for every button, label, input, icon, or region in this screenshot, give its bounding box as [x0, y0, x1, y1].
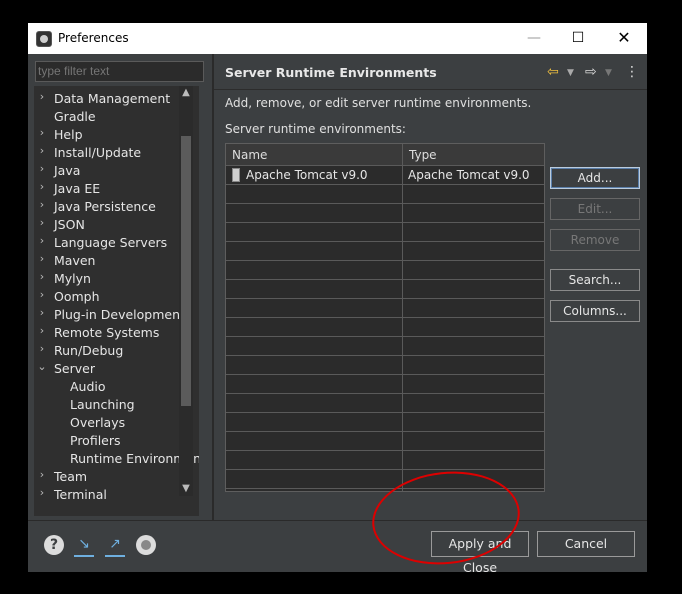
runtime-table[interactable]: Name Type Apache Tomcat v9.0 Apache Tomca… — [225, 143, 545, 492]
tree-item[interactable]: Profilers — [70, 432, 121, 450]
tree-item[interactable]: Launching — [70, 396, 135, 414]
table-row[interactable] — [226, 299, 544, 318]
tree-item[interactable]: Oomph — [54, 288, 100, 306]
table-row[interactable] — [226, 337, 544, 356]
window-title: Preferences — [58, 31, 129, 45]
chevron-right-icon[interactable]: › — [36, 468, 48, 481]
chevron-right-icon[interactable]: › — [36, 234, 48, 247]
dialog-footer: ? ↘ ↗ Apply and Close Cancel — [28, 520, 647, 575]
page-title: Server Runtime Environments — [225, 65, 437, 80]
table-row[interactable] — [226, 356, 544, 375]
minimize-button[interactable]: — — [522, 28, 546, 48]
title-bar: Preferences — ☐ ✕ — [28, 23, 647, 54]
table-row[interactable] — [226, 413, 544, 432]
help-icon[interactable]: ? — [44, 535, 64, 555]
chevron-right-icon[interactable]: › — [36, 180, 48, 193]
scrollbar-thumb[interactable] — [181, 136, 191, 406]
tree-vertical-scrollbar[interactable]: ▲ ▼ — [179, 86, 193, 496]
table-row[interactable] — [226, 375, 544, 394]
table-row[interactable] — [226, 470, 544, 489]
column-header-type[interactable]: Type — [402, 144, 544, 166]
chevron-right-icon[interactable]: › — [36, 486, 48, 499]
table-row[interactable] — [226, 261, 544, 280]
server-icon — [232, 167, 240, 182]
columns-button[interactable]: Columns... — [550, 300, 640, 322]
forward-arrow-icon[interactable]: ⇨ — [585, 64, 597, 80]
tree-item[interactable]: Maven — [54, 252, 95, 270]
table-row[interactable] — [226, 223, 544, 242]
chevron-right-icon[interactable]: › — [36, 288, 48, 301]
preference-tree-panel: › Data ManagementGradle › Help › Install/Upda… — [28, 54, 212, 545]
scroll-down-icon[interactable]: ▼ — [179, 482, 193, 496]
table-row[interactable] — [226, 242, 544, 261]
table-row[interactable] — [226, 451, 544, 470]
table-row[interactable] — [226, 204, 544, 223]
tree-item[interactable]: Plug-in Development — [54, 306, 185, 324]
tree-item[interactable]: Java EE — [54, 180, 100, 198]
page-description: Add, remove, or edit server runtime envi… — [225, 96, 532, 110]
runtime-name: Apache Tomcat v9.0 — [246, 168, 368, 182]
chevron-right-icon[interactable]: › — [36, 90, 48, 103]
tree-item[interactable]: Install/Update — [54, 144, 141, 162]
back-arrow-icon[interactable]: ⇦ — [547, 64, 559, 80]
search-button[interactable]: Search... — [550, 269, 640, 291]
tree-item[interactable]: Data Management — [54, 90, 170, 108]
tree-item[interactable]: Audio — [70, 378, 106, 396]
maximize-button[interactable]: ☐ — [566, 28, 590, 48]
edit-button[interactable]: Edit... — [550, 198, 640, 220]
tree-item[interactable]: Remote Systems — [54, 324, 159, 342]
apply-and-close-button[interactable]: Apply and Close — [431, 531, 529, 575]
chevron-right-icon[interactable]: › — [36, 216, 48, 229]
filter-input[interactable] — [35, 61, 204, 82]
tree-item[interactable]: Java Persistence — [54, 198, 156, 216]
forward-dropdown-icon[interactable]: ▼ — [605, 68, 612, 78]
page-header: Server Runtime Environments ⇦ ▼ ⇨ ▼ ⋮ — [214, 54, 647, 90]
cancel-button[interactable]: Cancel — [537, 531, 635, 557]
export-icon[interactable]: ↗ — [105, 535, 125, 557]
eclipse-app-icon — [36, 31, 52, 47]
preference-page: Server Runtime Environments ⇦ ▼ ⇨ ▼ ⋮ Ad… — [214, 54, 647, 520]
tree-item[interactable]: Run/Debug — [54, 342, 123, 360]
tree-item[interactable]: Language Servers — [54, 234, 167, 252]
scroll-up-icon[interactable]: ▲ — [179, 86, 193, 100]
table-row[interactable] — [226, 185, 544, 204]
tree-item[interactable]: Gradle — [54, 108, 96, 126]
tree-item[interactable]: Team — [54, 468, 87, 486]
chevron-right-icon[interactable]: › — [36, 306, 48, 319]
close-button[interactable]: ✕ — [612, 28, 636, 48]
preferences-window: Preferences — ☐ ✕ › Data ManagementGradle… — [28, 23, 647, 575]
import-icon[interactable]: ↘ — [74, 535, 94, 557]
tree-item[interactable]: Server — [54, 360, 95, 378]
tree-item[interactable]: JSON — [54, 216, 85, 234]
back-dropdown-icon[interactable]: ▼ — [567, 68, 574, 78]
chevron-right-icon[interactable]: › — [36, 270, 48, 283]
runtime-list-label: Server runtime environments: — [225, 122, 406, 136]
table-row[interactable]: Apache Tomcat v9.0 Apache Tomcat v9.0 — [226, 166, 544, 185]
oomph-record-icon[interactable] — [136, 535, 156, 555]
remove-button[interactable]: Remove — [550, 229, 640, 251]
chevron-right-icon[interactable]: › — [36, 342, 48, 355]
view-menu-icon[interactable]: ⋮ — [625, 64, 639, 80]
tree-item[interactable]: Mylyn — [54, 270, 91, 288]
tree-item[interactable]: Help — [54, 126, 83, 144]
column-header-name[interactable]: Name — [226, 144, 402, 166]
chevron-right-icon[interactable]: › — [36, 198, 48, 211]
chevron-right-icon[interactable]: › — [36, 162, 48, 175]
chevron-down-icon[interactable]: ⌄ — [36, 360, 48, 373]
tree-item[interactable]: Overlays — [70, 414, 125, 432]
chevron-right-icon[interactable]: › — [36, 144, 48, 157]
preference-tree: › Data Management Gradle › Help › Install/Upda… — [34, 86, 199, 516]
table-row[interactable] — [226, 432, 544, 451]
table-row[interactable] — [226, 280, 544, 299]
name-cell: Apache Tomcat v9.0 — [232, 166, 368, 184]
table-row[interactable] — [226, 318, 544, 337]
chevron-right-icon[interactable]: › — [36, 252, 48, 265]
chevron-right-icon[interactable]: › — [36, 324, 48, 337]
tree-item[interactable]: Java — [54, 162, 80, 180]
runtime-type: Apache Tomcat v9.0 — [408, 168, 530, 182]
add-button[interactable]: Add... — [550, 167, 640, 189]
table-row[interactable] — [226, 394, 544, 413]
chevron-right-icon[interactable]: › — [36, 126, 48, 139]
tree-item[interactable]: Terminal — [54, 486, 107, 504]
